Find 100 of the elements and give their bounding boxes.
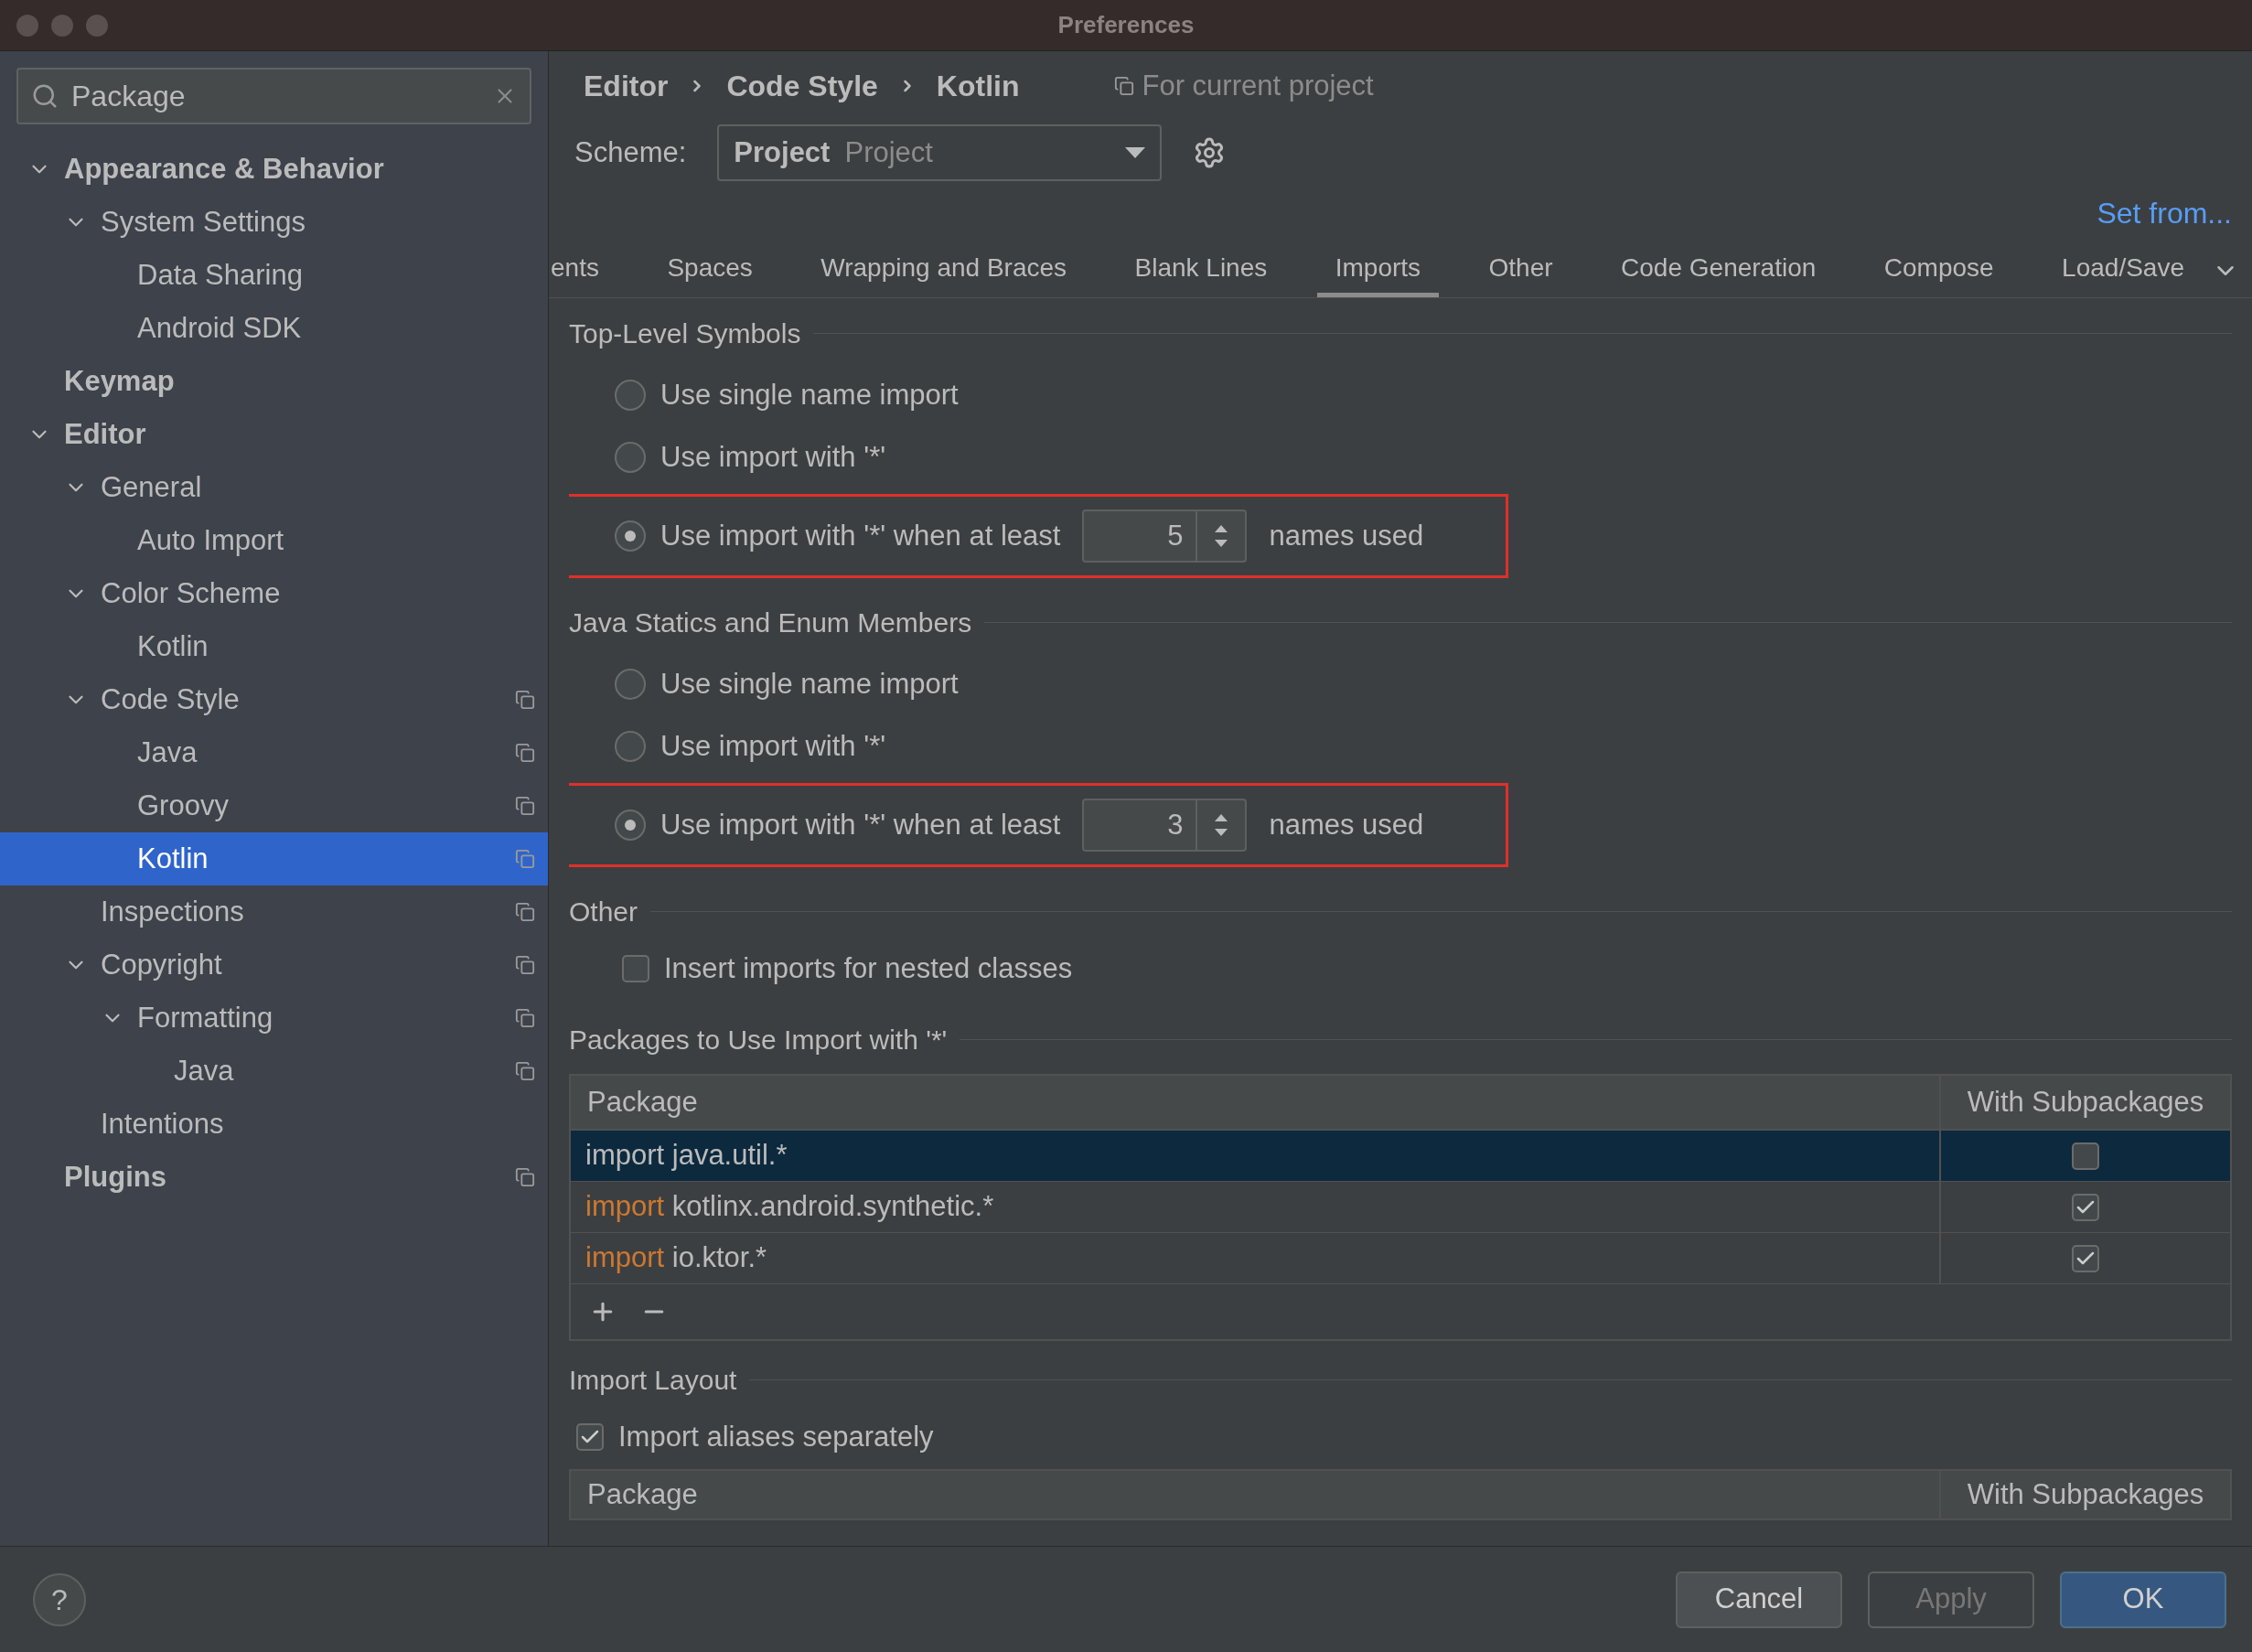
item-label: Android SDK (137, 310, 302, 346)
option-label: Use import with '*' when at least (660, 807, 1061, 842)
tree-item[interactable]: Formatting (0, 992, 548, 1045)
checkbox-label: Insert imports for nested classes (664, 950, 1073, 986)
radio-button[interactable] (615, 442, 646, 473)
section-title: Top-Level Symbols (569, 316, 801, 350)
item-label: Kotlin (137, 628, 209, 664)
search-field[interactable]: Package (16, 68, 531, 124)
table-cell-text: import java.util.* (584, 1138, 788, 1174)
tree-item[interactable]: Auto Import (0, 514, 548, 567)
option-label: Use import with '*' when at least (660, 518, 1061, 553)
table-cell-text: import io.ktor.* (584, 1240, 768, 1276)
number-spinner[interactable]: 5 (1082, 510, 1248, 563)
item-label: System Settings (101, 204, 306, 240)
scheme-dropdown[interactable]: Project Project (717, 124, 1163, 181)
tree-item[interactable]: Color Scheme (0, 567, 548, 620)
set-from-link[interactable]: Set from... (2097, 191, 2232, 235)
breadcrumb-item[interactable]: Kotlin (936, 64, 1020, 108)
dialog-button[interactable]: OK (2060, 1571, 2226, 1628)
checkbox[interactable] (2072, 1244, 2099, 1272)
suffix-label: names used (1269, 518, 1424, 553)
item-label: Color Scheme (101, 575, 281, 611)
column-header[interactable]: Package (571, 1471, 1939, 1518)
dialog-button[interactable]: Cancel (1676, 1571, 1842, 1628)
spinner-value: 5 (1166, 518, 1185, 553)
section-title: Java Statics and Enum Members (569, 606, 972, 639)
checkbox[interactable] (2072, 1193, 2099, 1221)
tab[interactable]: Wrapping and Braces (802, 242, 1086, 297)
section-title: Import Layout (569, 1363, 737, 1397)
tree-item[interactable]: Java (0, 1045, 548, 1098)
section-title: Other (569, 895, 638, 928)
scope-note: For current project (1142, 68, 1374, 103)
tree-item[interactable]: Java (0, 726, 548, 779)
tree-item[interactable]: Kotlin (0, 620, 548, 673)
item-label: Inspections (101, 894, 244, 929)
item-label: General (101, 469, 202, 505)
item-label: Java (137, 735, 198, 770)
search-value: Package (71, 79, 187, 114)
tree-item[interactable]: Code Style (0, 673, 548, 726)
tab[interactable]: Other (1470, 242, 1571, 297)
suffix-label: names used (1269, 807, 1424, 842)
item-label: Copyright (101, 947, 222, 982)
tab[interactable]: Spaces (649, 242, 771, 297)
item-label: Java (174, 1053, 234, 1089)
tree-item[interactable]: Keymap (0, 355, 548, 408)
item-label: Groovy (137, 788, 229, 823)
tree-item[interactable]: Groovy (0, 779, 548, 832)
search-icon[interactable] (31, 82, 59, 110)
tab[interactable]: Imports (1316, 242, 1440, 297)
tree-item[interactable]: Editor (0, 408, 548, 461)
option-label: Use single name import (660, 377, 959, 413)
item-label: Keymap (64, 363, 175, 399)
tree-item[interactable]: General (0, 461, 548, 514)
item-label: Appearance & Behavior (64, 151, 384, 187)
table-row[interactable]: import kotlinx.android.synthetic.* (571, 1182, 2230, 1233)
tree-item[interactable]: Appearance & Behavior (0, 143, 548, 196)
tree-item[interactable]: Intentions (0, 1098, 548, 1151)
item-label: Plugins (64, 1159, 166, 1195)
scheme-label: Scheme: (574, 134, 687, 170)
table-row[interactable]: import io.ktor.* (571, 1233, 2230, 1284)
tab[interactable]: Compose (1865, 242, 2012, 297)
item-label: Editor (64, 416, 146, 452)
radio-button[interactable] (615, 380, 646, 411)
breadcrumb-item[interactable]: Editor (584, 64, 669, 108)
tree-item[interactable]: Data Sharing (0, 249, 548, 302)
dropdown-arrow-icon[interactable] (1125, 147, 1146, 158)
radio-button[interactable] (615, 520, 646, 552)
option-label: Use single name import (660, 666, 959, 702)
radio-button[interactable] (615, 810, 646, 841)
checkbox[interactable] (576, 1423, 604, 1451)
column-header[interactable]: With Subpackages (1939, 1471, 2230, 1518)
column-header[interactable]: Package (571, 1076, 1939, 1129)
tree-item[interactable]: Android SDK (0, 302, 548, 355)
breadcrumb-item[interactable]: Code Style (726, 64, 878, 108)
tree-item[interactable]: Copyright (0, 939, 548, 992)
tree-item[interactable]: Inspections (0, 885, 548, 939)
table-cell-text: import kotlinx.android.synthetic.* (584, 1189, 995, 1225)
option-label: Use import with '*' (660, 728, 886, 764)
radio-button[interactable] (615, 669, 646, 700)
checkbox[interactable] (2072, 1142, 2099, 1170)
tree-item[interactable]: System Settings (0, 196, 548, 249)
option-label: Use import with '*' (660, 439, 886, 475)
checkbox[interactable] (622, 955, 649, 982)
help-button[interactable]: ? (33, 1572, 86, 1626)
tab[interactable]: ents (549, 242, 617, 297)
section-title: Packages to Use Import with '*' (569, 1023, 948, 1057)
radio-button[interactable] (615, 731, 646, 762)
item-label: Intentions (101, 1106, 224, 1142)
table-row[interactable]: import java.util.* (571, 1131, 2230, 1182)
tab[interactable]: Code Generation (1603, 242, 1835, 297)
item-label: Data Sharing (137, 257, 303, 293)
column-header[interactable]: With Subpackages (1939, 1076, 2230, 1129)
item-label: Formatting (137, 1000, 273, 1035)
tab[interactable]: Blank Lines (1116, 242, 1286, 297)
number-spinner[interactable]: 3 (1082, 799, 1248, 852)
tab[interactable]: Load/Save (2043, 242, 2203, 297)
tree-item[interactable]: Plugins (0, 1151, 548, 1204)
item-label: Auto Import (137, 522, 284, 558)
checkbox-label: Import aliases separately (618, 1419, 934, 1454)
tree-item[interactable]: Kotlin (0, 832, 548, 885)
